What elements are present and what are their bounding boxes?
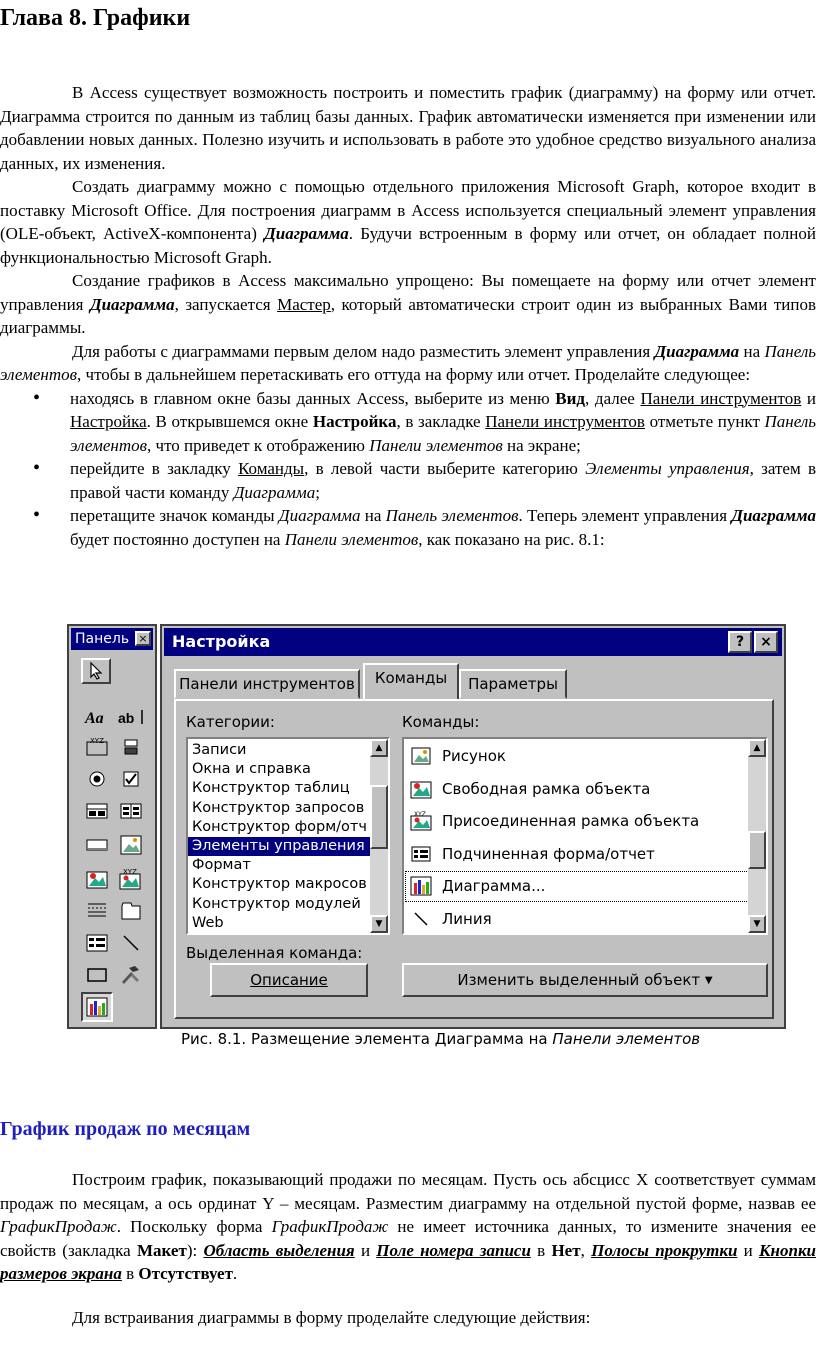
more-controls-tool-icon[interactable] <box>117 962 145 988</box>
commands-listbox[interactable]: Рисунок Свободная рамка объекта XYZ Прис… <box>402 737 768 935</box>
commands-tab-panel: Категории: Команды: Записи Окна и справка… <box>174 699 774 1019</box>
command-item-image[interactable]: Рисунок <box>404 740 766 773</box>
category-item[interactable]: Формат <box>188 856 388 875</box>
check-box-tool-icon[interactable] <box>117 766 145 792</box>
tab-commands[interactable]: Команды <box>363 663 459 699</box>
label-tool-icon[interactable]: Aa <box>83 704 111 730</box>
bound-object-frame-icon: XYZ <box>410 811 432 831</box>
command-item-subform[interactable]: Подчиненная форма/отчет <box>404 838 766 871</box>
customize-dialog: Настройка ? × Панели инструментов Команд… <box>160 624 786 1029</box>
step-1: находясь в главном окне базы данных Acce… <box>33 387 816 458</box>
paragraph-3: Создание графиков в Access максимально у… <box>0 271 816 337</box>
dropdown-arrow-icon: ▼ <box>704 975 713 986</box>
command-item-line[interactable]: Линия <box>404 903 766 934</box>
line-tool-icon[interactable] <box>117 930 145 956</box>
page-break-tool-icon[interactable] <box>83 898 111 924</box>
category-item[interactable]: Конструктор макросов <box>188 875 388 894</box>
svg-text:XYZ: XYZ <box>90 737 104 745</box>
chapter-title: Глава 8. Графики <box>0 5 191 31</box>
dialog-title-bar[interactable]: Настройка ? × <box>164 628 782 656</box>
text-box-tool-icon[interactable]: ab <box>117 704 145 730</box>
category-item[interactable]: Элементы управления <box>188 836 388 857</box>
paragraph-2: Создать диаграмму можно с помощью отдель… <box>0 177 816 267</box>
toolbox-panel: Панель × Aa ab XYZ XYZ <box>67 624 157 1029</box>
tab-options[interactable]: Параметры <box>459 669 567 699</box>
option-group-tool-icon[interactable]: XYZ <box>83 734 111 760</box>
command-item-chart[interactable]: Диаграмма... <box>404 870 766 903</box>
categories-scrollbar[interactable]: ▲ ▼ <box>370 739 388 933</box>
option-button-tool-icon[interactable] <box>83 766 111 792</box>
toolbox-title-bar[interactable]: Панель × <box>71 628 153 650</box>
document-page: Глава 8. Графики В Access существует воз… <box>0 0 816 1351</box>
categories-listbox[interactable]: Записи Окна и справка Конструктор таблиц Ко… <box>186 737 390 935</box>
paragraph-1: В Access существует возможность построит… <box>0 83 816 173</box>
command-button-tool-icon[interactable] <box>83 832 111 858</box>
svg-text:XYZ: XYZ <box>414 811 426 818</box>
subform-icon <box>410 844 432 864</box>
section-heading: График продаж по месяцам <box>0 1118 251 1140</box>
command-item-bound-frame[interactable]: XYZ Присоединенная рамка объекта <box>404 805 766 838</box>
list-box-tool-icon[interactable] <box>117 798 145 824</box>
scroll-up-icon[interactable]: ▲ <box>748 739 766 757</box>
category-item[interactable]: Записи <box>188 741 388 760</box>
category-item[interactable]: Конструктор запросов <box>188 799 388 818</box>
commands-label: Команды: <box>402 713 480 731</box>
select-objects-icon[interactable] <box>81 658 111 684</box>
categories-list-items: Записи Окна и справка Конструктор таблиц Ко… <box>188 739 388 933</box>
category-item[interactable]: Конструктор форм/отч <box>188 818 388 837</box>
unbound-object-frame-tool-icon[interactable] <box>83 866 111 892</box>
chart-tool-icon[interactable] <box>81 992 113 1022</box>
scroll-up-icon[interactable]: ▲ <box>370 739 388 757</box>
image-tool-icon[interactable] <box>117 832 145 858</box>
figure-caption: Рис. 8.1. Размещение элемента Диаграмма … <box>181 1030 701 1048</box>
category-item[interactable]: Конструктор таблиц <box>188 779 388 798</box>
toolbox-title: Панель <box>75 631 130 647</box>
dialog-title: Настройка <box>172 632 271 651</box>
svg-text:ab: ab <box>118 710 134 726</box>
bound-object-frame-tool-icon[interactable]: XYZ <box>117 866 145 892</box>
close-icon[interactable]: × <box>135 631 151 646</box>
category-item[interactable]: Окна и справка <box>188 760 388 779</box>
category-item[interactable]: Конструктор модулей <box>188 895 388 914</box>
steps-list: находясь в главном окне базы данных Acce… <box>0 387 816 552</box>
intro-text: В Access существует возможность построит… <box>0 81 816 551</box>
svg-text:Aa: Aa <box>84 710 104 726</box>
toggle-button-tool-icon[interactable] <box>117 734 145 760</box>
tab-toolbars[interactable]: Панели инструментов <box>174 669 360 699</box>
selected-command-label: Выделенная команда: <box>186 944 363 962</box>
subform-tool-icon[interactable] <box>83 930 111 956</box>
scroll-down-icon[interactable]: ▼ <box>748 915 766 933</box>
command-item-unbound-frame[interactable]: Свободная рамка объекта <box>404 773 766 806</box>
image-icon <box>410 746 432 766</box>
line-icon <box>410 909 432 929</box>
describe-button[interactable]: Описание <box>210 963 368 997</box>
tab-control-tool-icon[interactable] <box>117 898 145 924</box>
step-3: перетащите значок команды Диаграмма на П… <box>33 504 816 551</box>
category-item[interactable]: Web <box>188 914 388 933</box>
rectangle-tool-icon[interactable] <box>83 962 111 988</box>
chart-icon <box>410 876 432 896</box>
help-icon[interactable]: ? <box>728 631 752 653</box>
step-2: перейдите в закладку Команды, в левой ча… <box>33 457 816 504</box>
commands-scrollbar[interactable]: ▲ ▼ <box>748 739 766 933</box>
scroll-down-icon[interactable]: ▼ <box>370 915 388 933</box>
close-icon[interactable]: × <box>754 631 778 653</box>
section-text-2: Для встраивания диаграммы в форму продел… <box>0 1306 816 1330</box>
section-paragraph-2: Для встраивания диаграммы в форму продел… <box>72 1308 591 1327</box>
section-paragraph-1: Построим график, показывающий продажи по… <box>0 1170 816 1283</box>
paragraph-4: Для работы с диаграммами первым делом на… <box>0 341 816 385</box>
svg-text:XYZ: XYZ <box>123 868 137 876</box>
scroll-thumb[interactable] <box>370 785 388 849</box>
combo-box-tool-icon[interactable] <box>83 798 111 824</box>
unbound-object-frame-icon <box>410 779 432 799</box>
scroll-thumb[interactable] <box>748 831 766 869</box>
section-text: Построим график, показывающий продажи по… <box>0 1168 816 1286</box>
categories-label: Категории: <box>186 713 275 731</box>
commands-list-items: Рисунок Свободная рамка объекта XYZ Прис… <box>404 739 766 934</box>
modify-selection-button[interactable]: Изменить выделенный объект ▼ <box>402 963 768 997</box>
